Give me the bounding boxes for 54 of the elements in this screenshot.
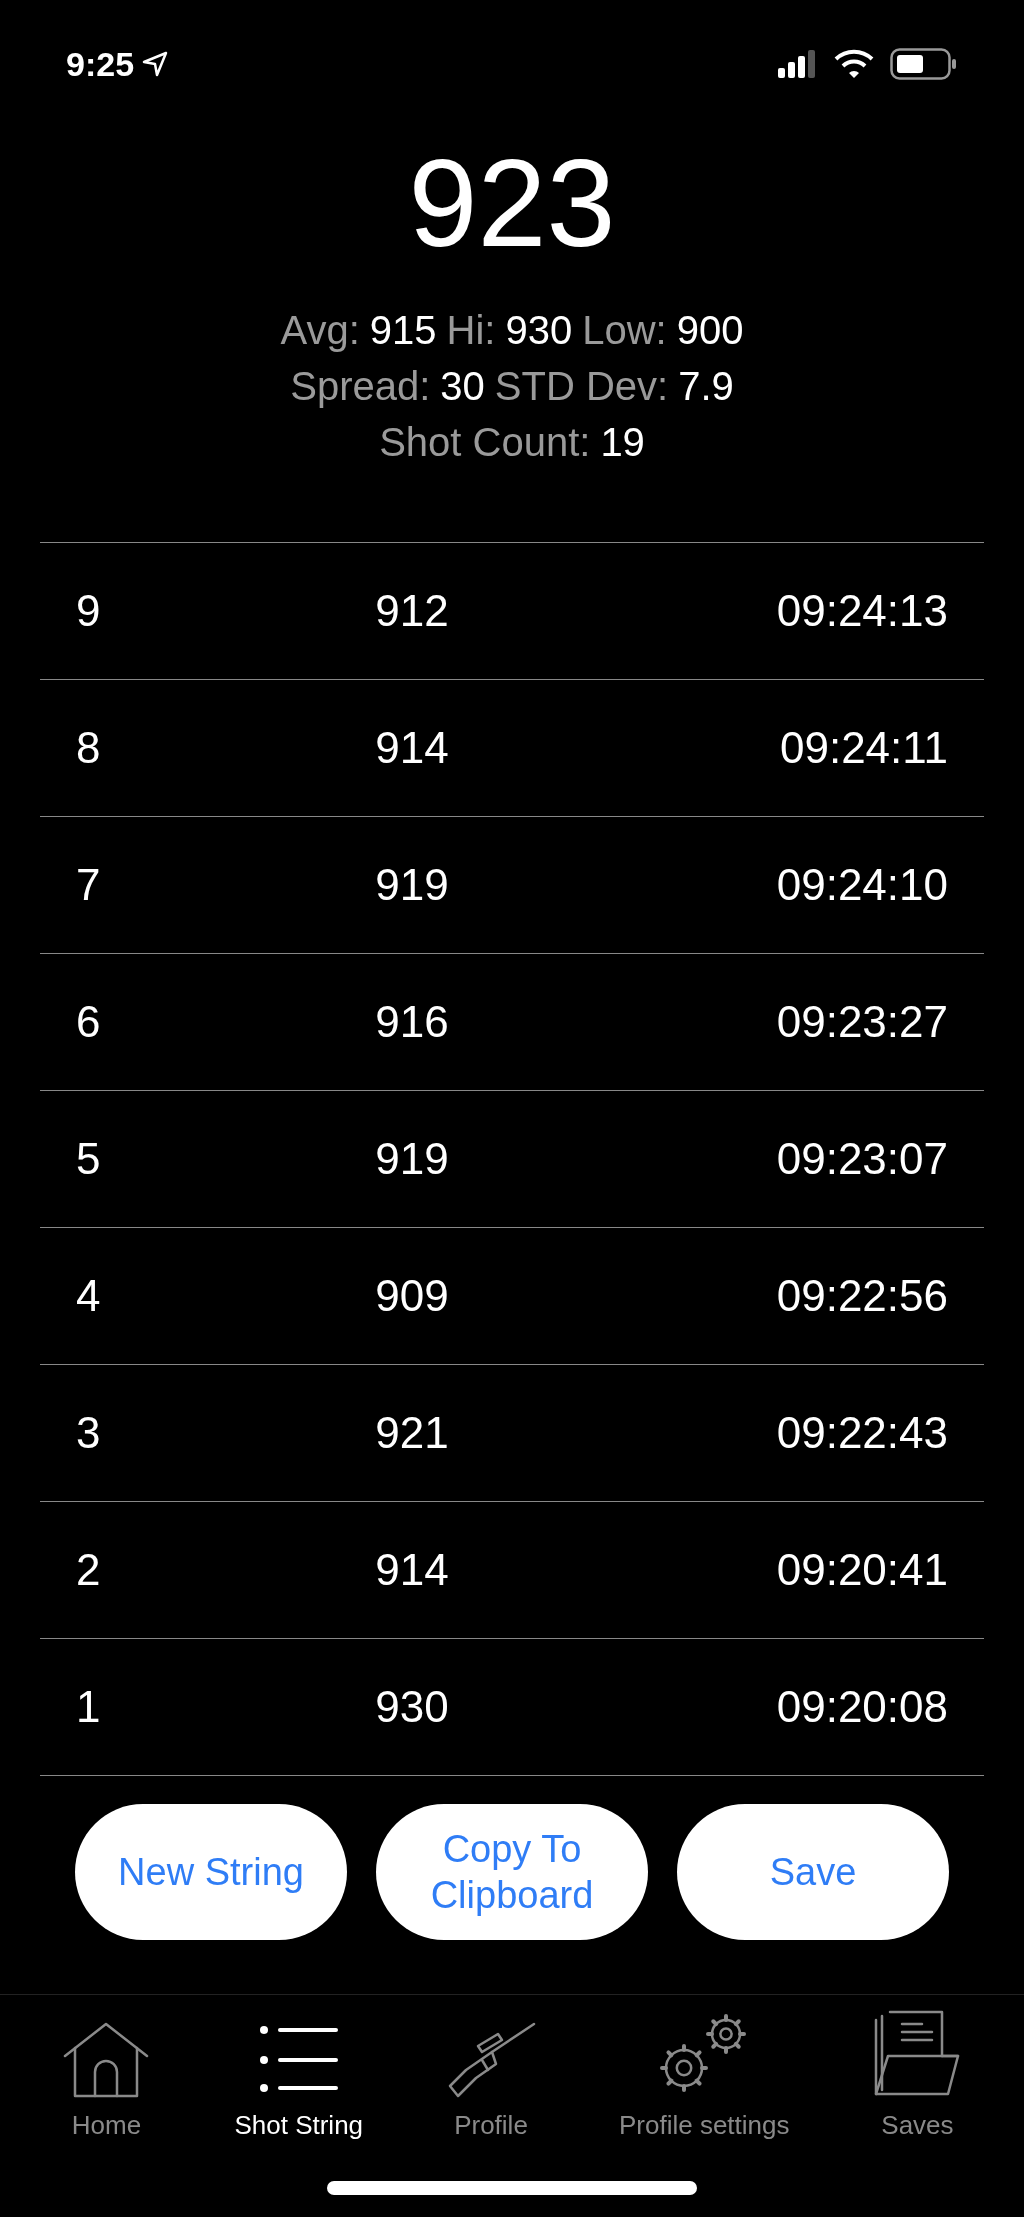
tab[interactable]: Profile settings xyxy=(618,2005,790,2145)
tab[interactable]: Saves xyxy=(872,2005,963,2145)
shot-velocity: 921 xyxy=(374,1407,450,1459)
stat-value: 19 xyxy=(600,419,645,466)
action-button[interactable]: Save xyxy=(677,1804,949,1940)
shot-number: 2 xyxy=(75,1544,102,1596)
stat-label: STD Dev: xyxy=(494,363,669,410)
shot-velocity: 916 xyxy=(374,996,450,1048)
tab[interactable]: Home xyxy=(61,2005,152,2145)
tab[interactable]: Profile xyxy=(446,2005,536,2145)
stat-label: Avg: xyxy=(280,307,360,354)
stat-value: 7.9 xyxy=(678,363,734,410)
shot-number: 1 xyxy=(75,1681,102,1733)
shot-velocity: 912 xyxy=(374,585,450,637)
shot-time: 09:20:08 xyxy=(775,1681,949,1733)
stat-label: Shot Count: xyxy=(379,419,591,466)
stat-label: Low: xyxy=(582,307,667,354)
shot-time: 09:20:41 xyxy=(775,1544,949,1596)
stat-value: 915 xyxy=(369,307,437,354)
shot-velocity: 914 xyxy=(374,1544,450,1596)
shot-velocity: 919 xyxy=(374,1133,450,1185)
battery-icon xyxy=(890,48,958,80)
shot-time: 09:23:07 xyxy=(775,1133,949,1185)
stat-value: 30 xyxy=(440,363,485,410)
wifi-icon xyxy=(834,49,874,79)
shot-number: 4 xyxy=(75,1270,102,1322)
shot-time: 09:22:43 xyxy=(775,1407,949,1459)
shot-velocity: 914 xyxy=(374,722,450,774)
shot-velocity: 930 xyxy=(374,1681,450,1733)
shot-velocity: 919 xyxy=(374,859,450,911)
current-velocity: 923 xyxy=(408,133,616,274)
shot-time: 09:22:56 xyxy=(775,1270,949,1322)
location-arrow-icon xyxy=(142,51,169,77)
shot-time: 09:24:13 xyxy=(775,585,949,637)
shot-number: 6 xyxy=(75,996,102,1048)
stat-label: Spread: xyxy=(290,363,431,410)
tab[interactable]: Shot String xyxy=(234,2005,364,2145)
shot-number: 8 xyxy=(75,722,102,774)
shot-velocity: 909 xyxy=(374,1270,450,1322)
shot-time: 09:24:10 xyxy=(775,859,949,911)
shot-time: 09:24:11 xyxy=(779,722,949,774)
action-button[interactable]: Copy To Clipboard xyxy=(376,1804,648,1940)
shot-time: 09:23:27 xyxy=(775,996,949,1048)
shot-number: 5 xyxy=(75,1133,102,1185)
status-time: 9:25 xyxy=(66,43,135,85)
rifle-icon xyxy=(446,2020,536,2100)
stat-value: 930 xyxy=(505,307,573,354)
stat-value: 900 xyxy=(676,307,744,354)
shot-number: 9 xyxy=(75,585,102,637)
shot-number: 7 xyxy=(75,859,102,911)
signal-icon xyxy=(778,50,818,78)
action-button[interactable]: New String xyxy=(75,1804,347,1940)
shot-number: 3 xyxy=(75,1407,102,1459)
stat-label: Hi: xyxy=(446,307,496,354)
